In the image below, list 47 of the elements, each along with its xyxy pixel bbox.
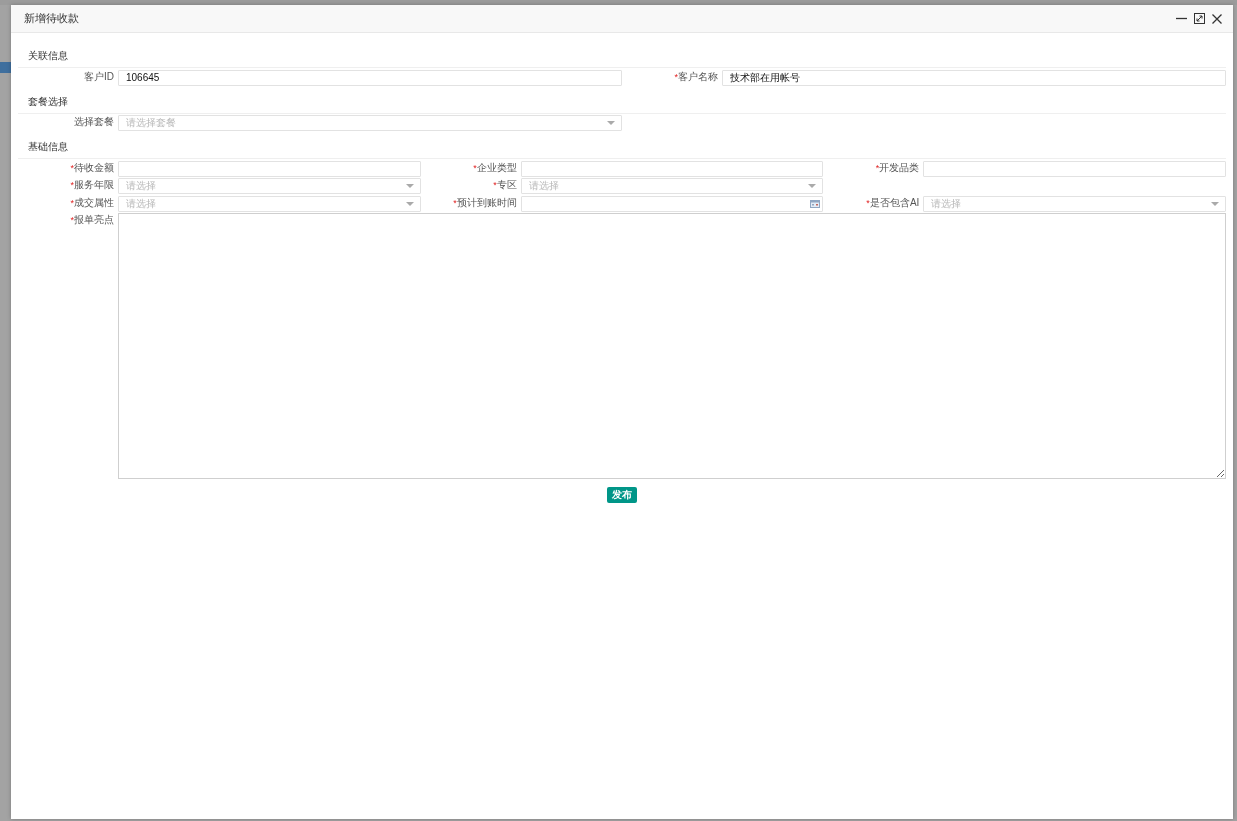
required-mark: * <box>70 196 74 210</box>
required-mark: * <box>674 70 678 84</box>
field-label: 成交属性 <box>74 195 114 210</box>
required-mark: * <box>70 161 74 175</box>
required-mark: * <box>493 179 497 192</box>
caret-icon <box>1211 201 1219 206</box>
field-label: 专区 <box>496 178 517 192</box>
field-label: 客户ID <box>84 69 114 84</box>
field-label: 报单亮点 <box>74 213 114 227</box>
close-icon[interactable] <box>1212 13 1222 24</box>
publish-button[interactable]: 发布 <box>607 487 637 503</box>
section-title: 基础信息 <box>28 141 68 152</box>
required-mark: * <box>70 179 74 192</box>
field-label: 开发品类 <box>879 160 920 175</box>
select-field[interactable]: 请选择 <box>923 195 1226 212</box>
text-field[interactable]: 技术部在用帐号 <box>722 69 1226 86</box>
text-field[interactable] <box>118 160 421 177</box>
maximize-icon[interactable] <box>1194 13 1205 24</box>
required-mark: * <box>866 196 870 210</box>
text-field[interactable] <box>923 160 1226 177</box>
field-label: 服务年限 <box>74 178 114 192</box>
text-area[interactable] <box>118 213 1226 479</box>
field-label: 企业类型 <box>476 160 517 175</box>
date-field[interactable] <box>520 195 824 212</box>
select-field[interactable]: 请选择 <box>520 178 824 194</box>
required-mark: * <box>473 161 477 175</box>
caret-icon <box>405 201 414 206</box>
select-field[interactable]: 请选择 <box>118 195 421 212</box>
field-label: 选择套餐 <box>74 115 114 129</box>
required-mark: * <box>70 214 74 227</box>
select-field[interactable]: 请选择套餐 <box>118 115 622 131</box>
section-title: 关联信息 <box>28 50 68 61</box>
section-title: 套餐选择 <box>28 95 68 107</box>
required-mark: * <box>453 196 457 210</box>
required-mark: * <box>875 161 880 175</box>
field-label: 客户名称 <box>678 69 718 84</box>
field-label: 预计到账时间 <box>456 195 517 210</box>
dialog-title: 新增待收款 <box>24 11 79 26</box>
calendar-icon <box>810 199 821 208</box>
field-label: 是否包含AI <box>869 195 920 210</box>
caret-icon <box>405 184 414 188</box>
text-field[interactable] <box>520 160 824 177</box>
field-label: 待收金额 <box>74 160 114 175</box>
select-field[interactable]: 请选择 <box>118 178 421 194</box>
caret-icon <box>607 121 615 125</box>
caret-icon <box>808 184 817 188</box>
text-field[interactable]: 106645 <box>118 69 622 86</box>
